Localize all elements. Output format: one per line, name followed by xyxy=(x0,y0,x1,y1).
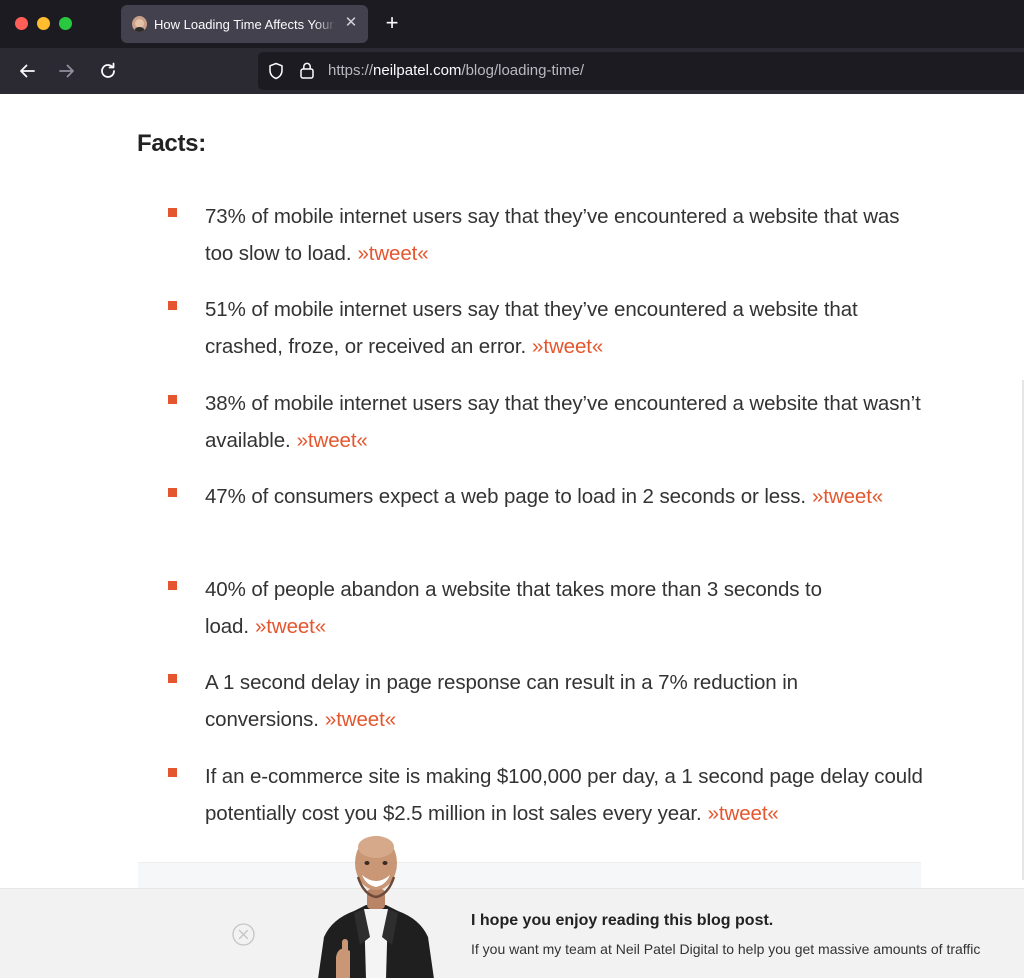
tweet-link[interactable]: »tweet« xyxy=(255,615,326,638)
square-bullet-icon xyxy=(168,208,177,217)
fact-statement: A 1 second delay in page response can re… xyxy=(205,671,798,732)
fact-item: 47% of consumers expect a web page to lo… xyxy=(165,478,925,571)
url-text[interactable]: https://neilpatel.com/blog/loading-time/ xyxy=(328,62,584,80)
fact-item: 51% of mobile internet users say that th… xyxy=(165,291,925,384)
tweet-link[interactable]: »tweet« xyxy=(812,485,883,508)
new-tab-button[interactable]: + xyxy=(381,11,403,35)
url-scheme: https:// xyxy=(328,62,374,79)
square-bullet-icon xyxy=(168,767,177,777)
fact-text: 38% of mobile internet users say that th… xyxy=(205,385,925,459)
tweet-link[interactable]: »tweet« xyxy=(708,802,779,825)
fact-text: 47% of consumers expect a web page to lo… xyxy=(205,478,925,515)
tweet-link[interactable]: »tweet« xyxy=(357,242,428,265)
browser-navigation-bar: https://neilpatel.com/blog/loading-time/ xyxy=(0,48,1024,94)
url-host: neilpatel.com xyxy=(373,62,462,79)
fact-text: 73% of mobile internet users say that th… xyxy=(205,198,925,272)
facts-heading: Facts: xyxy=(137,130,206,157)
square-bullet-icon xyxy=(168,301,177,311)
fact-text: If an e-commerce site is making $100,000… xyxy=(205,758,925,832)
browser-tab-active[interactable]: How Loading Time Affects Your Bottom Lin… xyxy=(121,5,368,43)
tab-close-icon[interactable]: ✕ xyxy=(343,14,359,32)
address-bar[interactable]: https://neilpatel.com/blog/loading-time/ xyxy=(258,52,1024,90)
web-page-content: Facts: 73% of mobile internet users say … xyxy=(0,94,1024,978)
fact-item: If an e-commerce site is making $100,000… xyxy=(165,758,925,851)
fact-text: 51% of mobile internet users say that th… xyxy=(205,291,925,365)
square-bullet-icon xyxy=(168,674,177,684)
tracking-protection-shield-icon[interactable] xyxy=(267,62,285,80)
square-bullet-icon xyxy=(168,487,177,497)
fact-statement: If an e-commerce site is making $100,000… xyxy=(205,764,923,825)
tweet-link[interactable]: »tweet« xyxy=(532,335,603,358)
tab-title: How Loading Time Affects Your Bottom Lin… xyxy=(154,17,336,32)
forward-arrow-icon[interactable] xyxy=(54,58,80,84)
fact-text: A 1 second delay in page response can re… xyxy=(205,664,925,738)
author-photo-icon xyxy=(318,836,434,978)
popup-title: I hope you enjoy reading this blog post. xyxy=(471,912,774,929)
fact-text: 40% of people abandon a website that tak… xyxy=(205,571,925,645)
browser-tab-bar: How Loading Time Affects Your Bottom Lin… xyxy=(0,0,1024,48)
fact-statement: 47% of consumers expect a web page to lo… xyxy=(205,484,806,508)
popup-close-icon[interactable] xyxy=(232,923,255,946)
tweet-link[interactable]: »tweet« xyxy=(297,429,368,452)
url-path: /blog/loading-time/ xyxy=(461,62,584,79)
tweet-link[interactable]: »tweet« xyxy=(325,708,396,731)
site-favicon-icon xyxy=(132,16,147,32)
fact-item: A 1 second delay in page response can re… xyxy=(165,664,925,757)
fact-item: 38% of mobile internet users say that th… xyxy=(165,385,925,478)
window-maximize-button[interactable] xyxy=(59,17,72,30)
fact-statement: 73% of mobile internet users say that th… xyxy=(205,205,900,265)
square-bullet-icon xyxy=(168,394,177,404)
fact-item: 73% of mobile internet users say that th… xyxy=(165,198,925,291)
reload-icon[interactable] xyxy=(95,58,121,84)
padlock-icon[interactable] xyxy=(299,61,315,80)
fact-item: 40% of people abandon a website that tak… xyxy=(165,571,925,664)
bottom-popup-bar: I hope you enjoy reading this blog post.… xyxy=(0,836,1024,978)
popup-body-text: If you want my team at Neil Patel Digita… xyxy=(471,941,981,957)
facts-list: 73% of mobile internet users say that th… xyxy=(165,198,925,851)
window-minimize-button[interactable] xyxy=(37,17,50,30)
window-close-button[interactable] xyxy=(15,17,28,30)
back-arrow-icon[interactable] xyxy=(14,58,40,84)
square-bullet-icon xyxy=(168,581,177,591)
